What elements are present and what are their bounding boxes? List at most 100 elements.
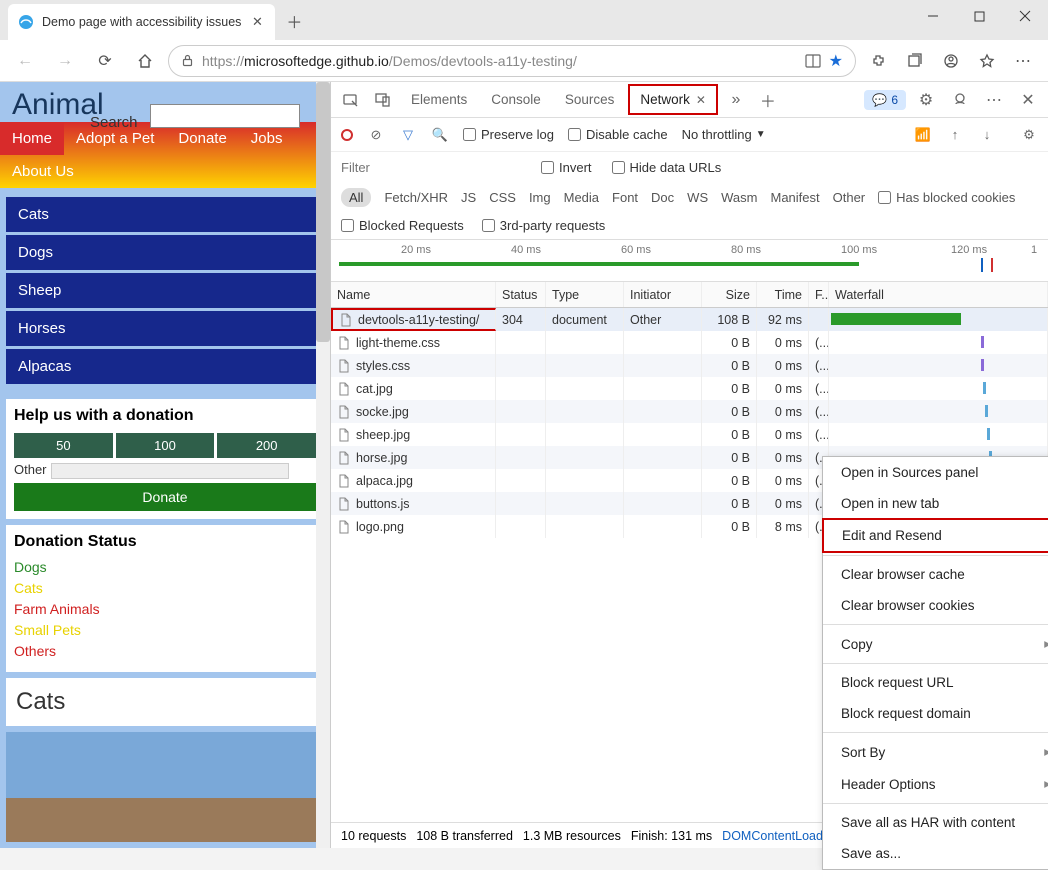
column-header[interactable]: Status (496, 282, 546, 307)
disable-cache-checkbox[interactable]: Disable cache (568, 127, 668, 142)
reader-icon[interactable] (805, 53, 821, 69)
context-menu-item[interactable]: Block request URL (823, 667, 1048, 698)
context-menu-item[interactable]: Header Options▸ (823, 768, 1048, 800)
donate-button[interactable]: Donate (14, 483, 316, 511)
inspect-icon[interactable] (337, 86, 365, 114)
context-menu-item[interactable]: Block request domain (823, 698, 1048, 729)
sidenav-item[interactable]: Horses (6, 311, 324, 346)
type-filter[interactable]: Wasm (721, 190, 757, 205)
column-header[interactable]: Initiator (624, 282, 702, 307)
back-button[interactable]: ← (8, 44, 42, 78)
hide-urls-checkbox[interactable]: Hide data URLs (612, 160, 722, 175)
feedback-icon[interactable] (946, 86, 974, 114)
filter-input[interactable] (341, 160, 521, 175)
profile-icon[interactable] (934, 44, 968, 78)
type-filter[interactable]: Manifest (770, 190, 819, 205)
column-header[interactable]: Size (702, 282, 757, 307)
column-header[interactable]: Waterfall (829, 282, 1048, 307)
sidenav-item[interactable]: Dogs (6, 235, 324, 270)
window-maximize-icon[interactable] (956, 0, 1002, 32)
amount-button[interactable]: 200 (217, 433, 316, 458)
context-menu-item[interactable]: Save all as HAR with content (823, 807, 1048, 838)
close-icon[interactable]: ✕ (696, 93, 706, 107)
settings-icon[interactable]: ⚙ (912, 86, 940, 114)
address-bar[interactable]: https://microsoftedge.github.io/Demos/de… (168, 45, 856, 77)
table-row[interactable]: devtools-a11y-testing/304documentOther10… (331, 308, 1048, 331)
tab-console[interactable]: Console (481, 86, 551, 113)
context-menu-item[interactable]: Clear browser cookies (823, 590, 1048, 621)
context-menu-item[interactable]: Save as... (823, 838, 1048, 869)
record-icon[interactable] (341, 129, 353, 141)
favorite-icon[interactable]: ★ (829, 51, 843, 71)
sidenav-item[interactable]: Cats (6, 197, 324, 232)
amount-button[interactable]: 100 (116, 433, 215, 458)
collections-icon[interactable] (898, 44, 932, 78)
wifi-icon[interactable]: 📶 (914, 127, 932, 143)
context-menu-item[interactable]: Copy▸ (823, 628, 1048, 660)
table-row[interactable]: styles.css0 B0 ms(... (331, 354, 1048, 377)
context-menu-item[interactable]: Open in new tab (823, 488, 1048, 519)
extensions-icon[interactable] (862, 44, 896, 78)
column-header[interactable]: Type (546, 282, 624, 307)
tab-close-icon[interactable]: ✕ (249, 14, 265, 30)
column-header[interactable]: Name (331, 282, 496, 307)
download-icon[interactable]: ↓ (978, 127, 996, 142)
blocked-requests-checkbox[interactable]: Blocked Requests (341, 218, 464, 233)
column-header[interactable]: Time (757, 282, 809, 307)
type-filter[interactable]: All (341, 188, 371, 207)
table-row[interactable]: light-theme.css0 B0 ms(... (331, 331, 1048, 354)
filter-icon[interactable]: ▽ (399, 127, 417, 143)
page-scrollbar[interactable] (316, 82, 330, 848)
table-row[interactable]: socke.jpg0 B0 ms(... (331, 400, 1048, 423)
third-party-checkbox[interactable]: 3rd-party requests (482, 218, 606, 233)
context-menu-item[interactable]: Sort By▸ (823, 736, 1048, 768)
type-filter[interactable]: Font (612, 190, 638, 205)
window-close-icon[interactable] (1002, 0, 1048, 32)
nav-about[interactable]: About Us (0, 155, 330, 188)
context-menu-item[interactable]: Open in Sources panel (823, 457, 1048, 488)
tab-sources[interactable]: Sources (555, 86, 625, 113)
sidenav-item[interactable]: Sheep (6, 273, 324, 308)
net-settings-icon[interactable]: ⚙ (1020, 127, 1038, 143)
tab-elements[interactable]: Elements (401, 86, 477, 113)
type-filter[interactable]: Doc (651, 190, 674, 205)
tab-network[interactable]: Network✕ (628, 84, 718, 115)
devtools-close-icon[interactable]: ✕ (1014, 86, 1042, 114)
search-icon[interactable]: 🔍 (431, 127, 449, 143)
type-filter[interactable]: JS (461, 190, 476, 205)
clear-icon[interactable]: ⊘ (367, 127, 385, 143)
type-filter[interactable]: Other (833, 190, 866, 205)
window-minimize-icon[interactable] (910, 0, 956, 32)
amount-button[interactable]: 50 (14, 433, 113, 458)
context-menu-item[interactable]: Clear browser cache (823, 559, 1048, 590)
menu-icon[interactable]: ⋯ (1006, 44, 1040, 78)
home-button[interactable] (128, 44, 162, 78)
column-header[interactable]: F... (809, 282, 829, 307)
more-tabs-icon[interactable]: » (722, 86, 750, 114)
timeline-overview[interactable]: 20 ms40 ms60 ms80 ms100 ms120 ms1 (331, 240, 1048, 282)
type-filter[interactable]: Media (564, 190, 599, 205)
has-blocked-checkbox[interactable]: Has blocked cookies (878, 190, 1015, 205)
search-input[interactable] (150, 104, 300, 128)
type-filter[interactable]: Img (529, 190, 551, 205)
performance-icon[interactable] (970, 44, 1004, 78)
forward-button[interactable]: → (48, 44, 82, 78)
context-menu-item[interactable]: Edit and Resend (822, 518, 1048, 553)
table-row[interactable]: sheep.jpg0 B0 ms(... (331, 423, 1048, 446)
nav-home[interactable]: Home (0, 122, 64, 155)
other-input[interactable] (51, 463, 289, 479)
new-tab-button[interactable]: ＋ (279, 6, 309, 36)
type-filter[interactable]: WS (687, 190, 708, 205)
type-filter[interactable]: Fetch/XHR (384, 190, 448, 205)
type-filter[interactable]: CSS (489, 190, 516, 205)
sidenav-item[interactable]: Alpacas (6, 349, 324, 384)
upload-icon[interactable]: ↑ (946, 127, 964, 142)
add-tab-icon[interactable]: ＋ (754, 86, 782, 114)
throttling-select[interactable]: No throttling ▼ (682, 127, 766, 142)
preserve-log-checkbox[interactable]: Preserve log (463, 127, 554, 142)
more-icon[interactable]: ⋯ (980, 86, 1008, 114)
issues-badge[interactable]: 💬6 (864, 90, 906, 110)
invert-checkbox[interactable]: Invert (541, 160, 592, 175)
table-row[interactable]: cat.jpg0 B0 ms(... (331, 377, 1048, 400)
device-icon[interactable] (369, 86, 397, 114)
